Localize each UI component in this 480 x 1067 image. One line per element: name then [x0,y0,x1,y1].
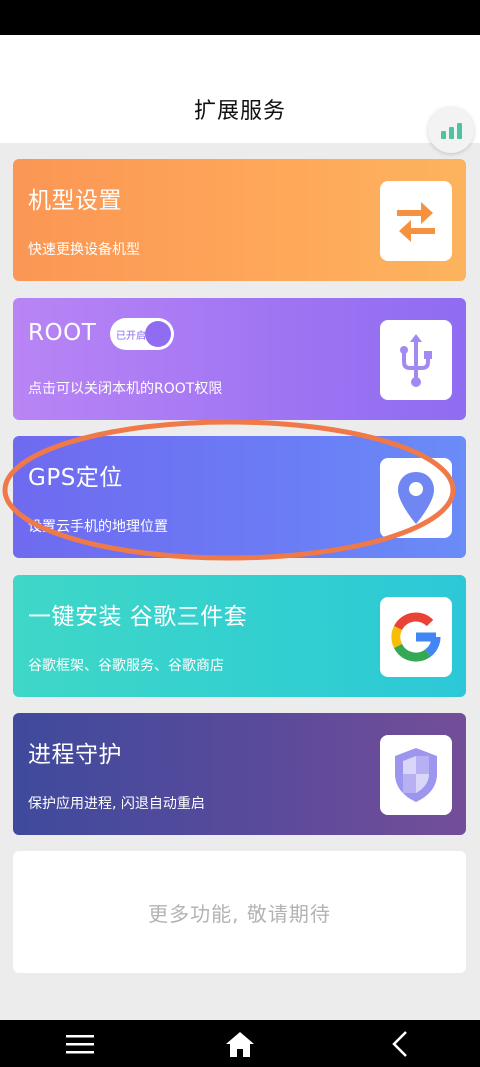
card-root[interactable]: ROOT 已开启 点击可以关闭本机的ROOT权限 [13,298,466,420]
menu-icon[interactable] [40,1020,120,1067]
card-subtitle: 设置云手机的地理位置 [28,519,168,535]
navigation-bar [0,1020,480,1067]
card-title: 一键安装 谷歌三件套 [28,604,248,630]
toggle-label: 已开启 [116,331,146,342]
more-features-card: 更多功能, 敬请期待 [13,851,466,973]
toggle-knob [145,321,171,347]
swap-arrows-icon [380,181,452,261]
card-subtitle: 谷歌框架、谷歌服务、谷歌商店 [28,658,224,674]
card-title: ROOT [28,320,97,346]
root-toggle[interactable]: 已开启 [110,318,174,350]
card-title: 进程守护 [28,742,122,768]
page-title: 扩展服务 [193,99,286,124]
card-model-settings[interactable]: 机型设置 快速更换设备机型 [13,159,466,281]
card-process-guard[interactable]: 进程守护 保护应用进程, 闪退自动重启 [13,713,466,835]
usb-icon [380,320,452,400]
card-google-install[interactable]: 一键安装 谷歌三件套 谷歌框架、谷歌服务、谷歌商店 [13,575,466,697]
card-subtitle: 点击可以关闭本机的ROOT权限 [28,381,223,397]
status-bar [0,0,480,35]
card-subtitle: 快速更换设备机型 [28,242,140,258]
card-subtitle: 保护应用进程, 闪退自动重启 [28,796,205,812]
shield-icon [380,735,452,815]
google-icon [380,597,452,677]
location-pin-icon [380,458,452,538]
more-features-label: 更多功能, 敬请期待 [148,901,331,926]
home-icon[interactable] [200,1020,280,1067]
card-title: GPS定位 [28,465,123,491]
header: 扩展服务 [0,35,480,143]
signal-bars-icon[interactable] [428,107,474,153]
card-gps[interactable]: GPS定位 设置云手机的地理位置 [13,436,466,558]
card-title: 机型设置 [28,188,122,214]
back-icon[interactable] [360,1020,440,1067]
